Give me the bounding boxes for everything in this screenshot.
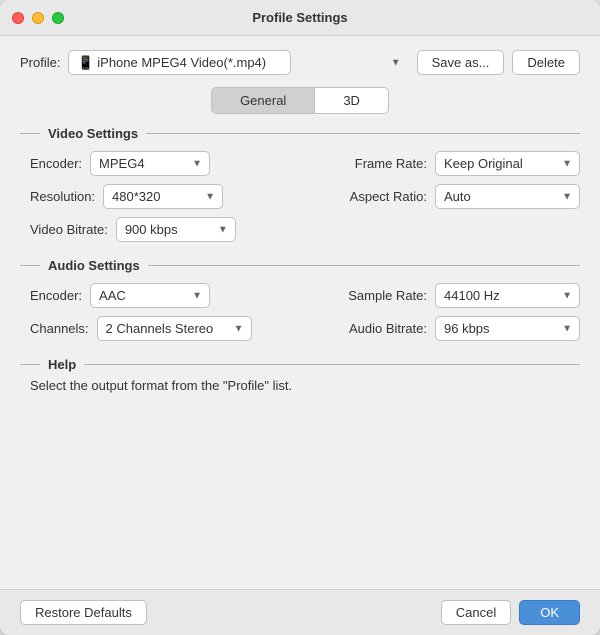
video-row-1: Encoder: MPEG4 H.264 H.265 ▼ Frame Rate: (30, 151, 580, 176)
sample-rate-label: Sample Rate: (348, 288, 427, 303)
tab-3d[interactable]: 3D (315, 88, 388, 113)
titlebar: Profile Settings (0, 0, 600, 36)
resolution-select-wrapper: 480*320 640*480 1280*720 1920*1080 ▼ (103, 184, 223, 209)
video-settings-title: Video Settings (48, 126, 138, 141)
help-section-line-right (84, 364, 580, 365)
help-header: Help (20, 357, 580, 372)
help-text: Select the output format from the "Profi… (20, 378, 580, 393)
video-bitrate-select-wrapper: 900 kbps 1200 kbps 1500 kbps 2000 kbps ▼ (116, 217, 236, 242)
frame-rate-select-wrapper: Keep Original 24 25 30 60 ▼ (435, 151, 580, 176)
ok-button[interactable]: OK (519, 600, 580, 625)
aspect-ratio-select[interactable]: Auto 4:3 16:9 (435, 184, 580, 209)
resolution-select[interactable]: 480*320 640*480 1280*720 1920*1080 (103, 184, 223, 209)
audio-bitrate-select[interactable]: 96 kbps 128 kbps 192 kbps 256 kbps (435, 316, 580, 341)
tab-group: General 3D (211, 87, 389, 114)
audio-settings-header: Audio Settings (20, 258, 580, 273)
cancel-button[interactable]: Cancel (441, 600, 511, 625)
encoder-select[interactable]: MPEG4 H.264 H.265 (90, 151, 210, 176)
audio-bitrate-label: Audio Bitrate: (349, 321, 427, 336)
profile-select-wrapper: 📱 iPhone MPEG4 Video(*.mp4) Android MP4 … (68, 50, 408, 75)
video-settings-section: Video Settings Encoder: MPEG4 H.264 H.26… (20, 126, 580, 242)
encoder-label: Encoder: (30, 156, 82, 171)
section-line-left (20, 133, 40, 134)
channels-select-wrapper: 2 Channels Stereo 1 Channel Mono ▼ (97, 316, 252, 341)
help-section-line-left (20, 364, 40, 365)
delete-button[interactable]: Delete (512, 50, 580, 75)
frame-rate-select[interactable]: Keep Original 24 25 30 60 (435, 151, 580, 176)
video-settings-header: Video Settings (20, 126, 580, 141)
channels-select[interactable]: 2 Channels Stereo 1 Channel Mono (97, 316, 252, 341)
audio-settings-title: Audio Settings (48, 258, 140, 273)
traffic-lights (12, 12, 64, 24)
audio-section-line-right (148, 265, 580, 266)
audio-settings-body: Encoder: AAC MP3 AC3 ▼ Sample Rate: (20, 283, 580, 341)
channels-label: Channels: (30, 321, 89, 336)
audio-encoder-group: Encoder: AAC MP3 AC3 ▼ (30, 283, 210, 308)
audio-settings-section: Audio Settings Encoder: AAC MP3 AC3 (20, 258, 580, 341)
resolution-group: Resolution: 480*320 640*480 1280*720 192… (30, 184, 223, 209)
audio-row-1: Encoder: AAC MP3 AC3 ▼ Sample Rate: (30, 283, 580, 308)
video-bitrate-select[interactable]: 900 kbps 1200 kbps 1500 kbps 2000 kbps (116, 217, 236, 242)
encoder-group: Encoder: MPEG4 H.264 H.265 ▼ (30, 151, 210, 176)
frame-rate-group: Frame Rate: Keep Original 24 25 30 60 ▼ (355, 151, 580, 176)
minimize-button[interactable] (32, 12, 44, 24)
audio-bitrate-select-wrapper: 96 kbps 128 kbps 192 kbps 256 kbps ▼ (435, 316, 580, 341)
footer-right-buttons: Cancel OK (441, 600, 580, 625)
window-title: Profile Settings (252, 10, 347, 25)
aspect-ratio-group: Aspect Ratio: Auto 4:3 16:9 ▼ (350, 184, 580, 209)
resolution-label: Resolution: (30, 189, 95, 204)
video-row-3: Video Bitrate: 900 kbps 1200 kbps 1500 k… (30, 217, 580, 242)
profile-settings-window: Profile Settings Profile: 📱 iPhone MPEG4… (0, 0, 600, 635)
tab-general[interactable]: General (212, 88, 315, 113)
video-bitrate-group: Video Bitrate: 900 kbps 1200 kbps 1500 k… (30, 217, 236, 242)
profile-label: Profile: (20, 55, 60, 70)
section-line-right (146, 133, 580, 134)
sample-rate-select-wrapper: 44100 Hz 22050 Hz 48000 Hz ▼ (435, 283, 580, 308)
sample-rate-select[interactable]: 44100 Hz 22050 Hz 48000 Hz (435, 283, 580, 308)
profile-select[interactable]: 📱 iPhone MPEG4 Video(*.mp4) Android MP4 … (68, 50, 291, 75)
channels-group: Channels: 2 Channels Stereo 1 Channel Mo… (30, 316, 252, 341)
audio-section-line-left (20, 265, 40, 266)
help-title: Help (48, 357, 76, 372)
video-bitrate-label: Video Bitrate: (30, 222, 108, 237)
help-section: Help Select the output format from the "… (20, 357, 580, 393)
audio-row-2: Channels: 2 Channels Stereo 1 Channel Mo… (30, 316, 580, 341)
aspect-ratio-select-wrapper: Auto 4:3 16:9 ▼ (435, 184, 580, 209)
profile-select-arrow: ▼ (391, 57, 401, 68)
maximize-button[interactable] (52, 12, 64, 24)
close-button[interactable] (12, 12, 24, 24)
footer: Restore Defaults Cancel OK (0, 589, 600, 635)
save-as-button[interactable]: Save as... (417, 50, 505, 75)
frame-rate-label: Frame Rate: (355, 156, 427, 171)
sample-rate-group: Sample Rate: 44100 Hz 22050 Hz 48000 Hz … (348, 283, 580, 308)
audio-encoder-select[interactable]: AAC MP3 AC3 (90, 283, 210, 308)
tabs-row: General 3D (20, 87, 580, 114)
restore-defaults-button[interactable]: Restore Defaults (20, 600, 147, 625)
audio-bitrate-group: Audio Bitrate: 96 kbps 128 kbps 192 kbps… (349, 316, 580, 341)
encoder-select-wrapper: MPEG4 H.264 H.265 ▼ (90, 151, 210, 176)
aspect-ratio-label: Aspect Ratio: (350, 189, 427, 204)
audio-encoder-select-wrapper: AAC MP3 AC3 ▼ (90, 283, 210, 308)
profile-row: Profile: 📱 iPhone MPEG4 Video(*.mp4) And… (20, 50, 580, 75)
video-settings-body: Encoder: MPEG4 H.264 H.265 ▼ Frame Rate: (20, 151, 580, 242)
main-content: Profile: 📱 iPhone MPEG4 Video(*.mp4) And… (0, 36, 600, 589)
audio-encoder-label: Encoder: (30, 288, 82, 303)
video-row-2: Resolution: 480*320 640*480 1280*720 192… (30, 184, 580, 209)
